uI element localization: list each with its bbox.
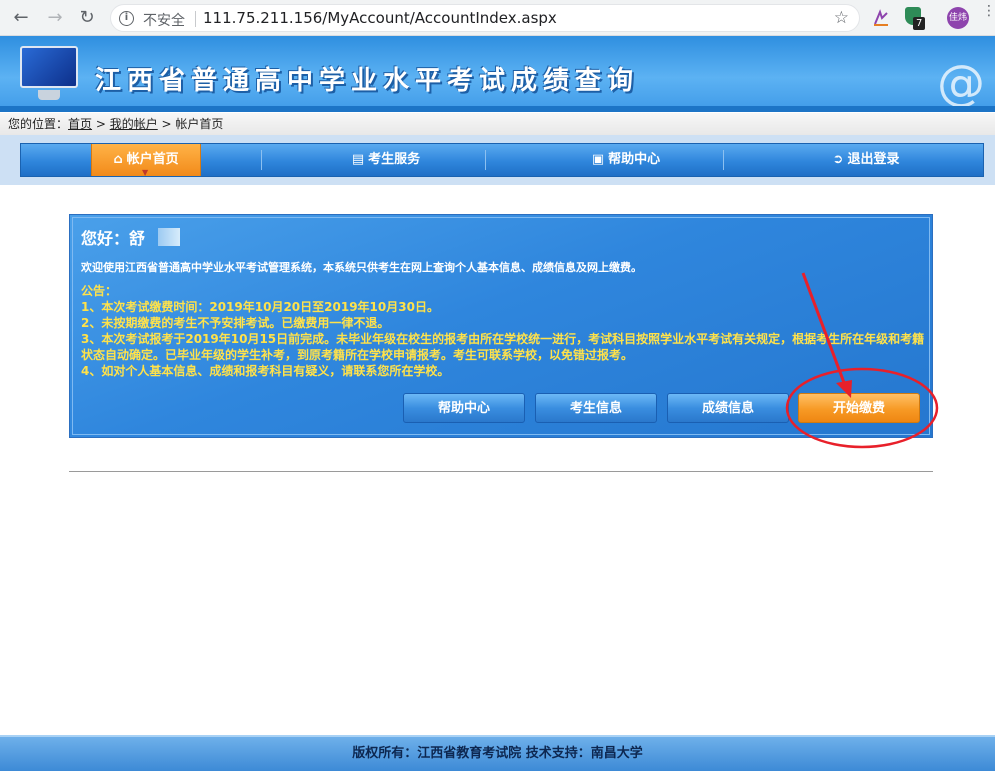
notice-title: 公告： — [81, 284, 118, 298]
home-icon: ⌂ — [113, 152, 123, 167]
nav-item-help-center[interactable]: ▣ 帮助中心 — [561, 144, 691, 176]
footer: 版权所有：江西省教育考试院 技术支持：南昌大学 — [0, 735, 995, 771]
bookmark-star-icon[interactable]: ☆ — [834, 8, 849, 28]
greeting: 您好：舒 — [81, 229, 146, 248]
nav-item-student-service[interactable]: ▤ 考生服务 — [321, 144, 451, 176]
service-icon: ▤ — [351, 152, 365, 167]
student-info-button[interactable]: 考生信息 — [535, 393, 657, 423]
help-icon: ▣ — [591, 152, 605, 167]
back-arrow-icon[interactable]: ← — [10, 7, 32, 29]
notice-item: 1、本次考试缴费时间：2019年10月20日至2019年10月30日。 — [81, 300, 439, 314]
extension-badge: 7 — [913, 17, 926, 30]
browser-menu-icon[interactable]: ⋮ — [982, 4, 995, 18]
start-payment-button[interactable]: 开始缴费 — [798, 393, 920, 423]
score-info-button[interactable]: 成绩信息 — [667, 393, 789, 423]
breadcrumb-prefix: 您的位置： — [8, 117, 69, 131]
notice-item: 3、本次考试报考于2019年10月15日前完成。未毕业年级在校生的报考由所在学校… — [81, 332, 925, 362]
nav-item-account-home[interactable]: ⌂ 帐户首页 ▼ — [91, 144, 201, 177]
blurred-name — [158, 228, 180, 246]
at-sign-icon: @ — [937, 55, 985, 111]
notice-item: 4、如对个人基本信息、成绩和报考科目有疑义，请联系您所在学校。 — [81, 364, 450, 378]
nav-item-logout[interactable]: ➲ 退出登录 — [801, 144, 931, 176]
breadcrumb-home-link[interactable]: 首页 — [68, 117, 92, 131]
url-text[interactable]: 111.75.211.156/MyAccount/AccountIndex.as… — [203, 9, 557, 27]
site-banner: 江西省普通高中学业水平考试成绩查询 @ — [0, 36, 995, 112]
reload-icon[interactable]: ↻ — [76, 7, 98, 29]
active-caret-icon: ▼ — [142, 168, 149, 177]
banner-border — [0, 106, 995, 112]
breadcrumb-separator: > — [92, 117, 110, 131]
info-icon[interactable]: i — [119, 11, 134, 26]
browser-toolbar: ← → ↻ i 不安全 111.75.211.156/MyAccount/Acc… — [0, 0, 995, 36]
breadcrumb-separator: > — [157, 117, 176, 131]
nav-divider — [261, 150, 262, 170]
site-title: 江西省普通高中学业水平考试成绩查询 — [95, 66, 640, 96]
notice-item: 2、未按期缴费的考生不予安排考试。已缴费用一律不退。 — [81, 316, 390, 330]
nav-item-label: 退出登录 — [847, 152, 900, 167]
nav-item-label: 考生服务 — [368, 152, 421, 167]
profile-avatar[interactable]: 佳炜 — [947, 7, 969, 29]
logout-icon: ➲ — [832, 152, 844, 167]
nav-divider — [723, 150, 724, 170]
breadcrumb-current: 帐户首页 — [175, 117, 224, 131]
shield-extension-icon[interactable]: 7 — [905, 7, 926, 30]
extension-icon[interactable] — [872, 9, 890, 27]
notice-block: 公告： 1、本次考试缴费时间：2019年10月20日至2019年10月30日。 … — [81, 283, 926, 379]
address-bar[interactable]: i 不安全 111.75.211.156/MyAccount/AccountIn… — [110, 4, 860, 32]
main-nav: ⌂ 帐户首页 ▼ ▤ 考生服务 ▣ 帮助中心 ➲ 退出登录 — [20, 143, 984, 177]
monitor-logo-icon — [18, 46, 80, 104]
insecure-label: 不安全 — [143, 13, 185, 29]
nav-item-label: 帐户首页 — [126, 152, 179, 167]
divider-line — [69, 471, 933, 472]
welcome-panel: 您好：舒 欢迎使用江西省普通高中学业水平考试管理系统，本系统只供考生在网上查询个… — [69, 214, 933, 438]
breadcrumb-account-link[interactable]: 我的帐户 — [110, 117, 158, 131]
address-separator — [195, 11, 196, 27]
welcome-text: 欢迎使用江西省普通高中学业水平考试管理系统，本系统只供考生在网上查询个人基本信息… — [81, 261, 642, 274]
help-center-button[interactable]: 帮助中心 — [403, 393, 525, 423]
nav-divider — [485, 150, 486, 170]
nav-item-label: 帮助中心 — [608, 152, 661, 167]
breadcrumb: 您的位置：首页 > 我的帐户 > 帐户首页 — [0, 113, 995, 135]
forward-arrow-icon[interactable]: → — [44, 7, 66, 29]
main-nav-wrapper: ⌂ 帐户首页 ▼ ▤ 考生服务 ▣ 帮助中心 ➲ 退出登录 — [0, 135, 995, 185]
